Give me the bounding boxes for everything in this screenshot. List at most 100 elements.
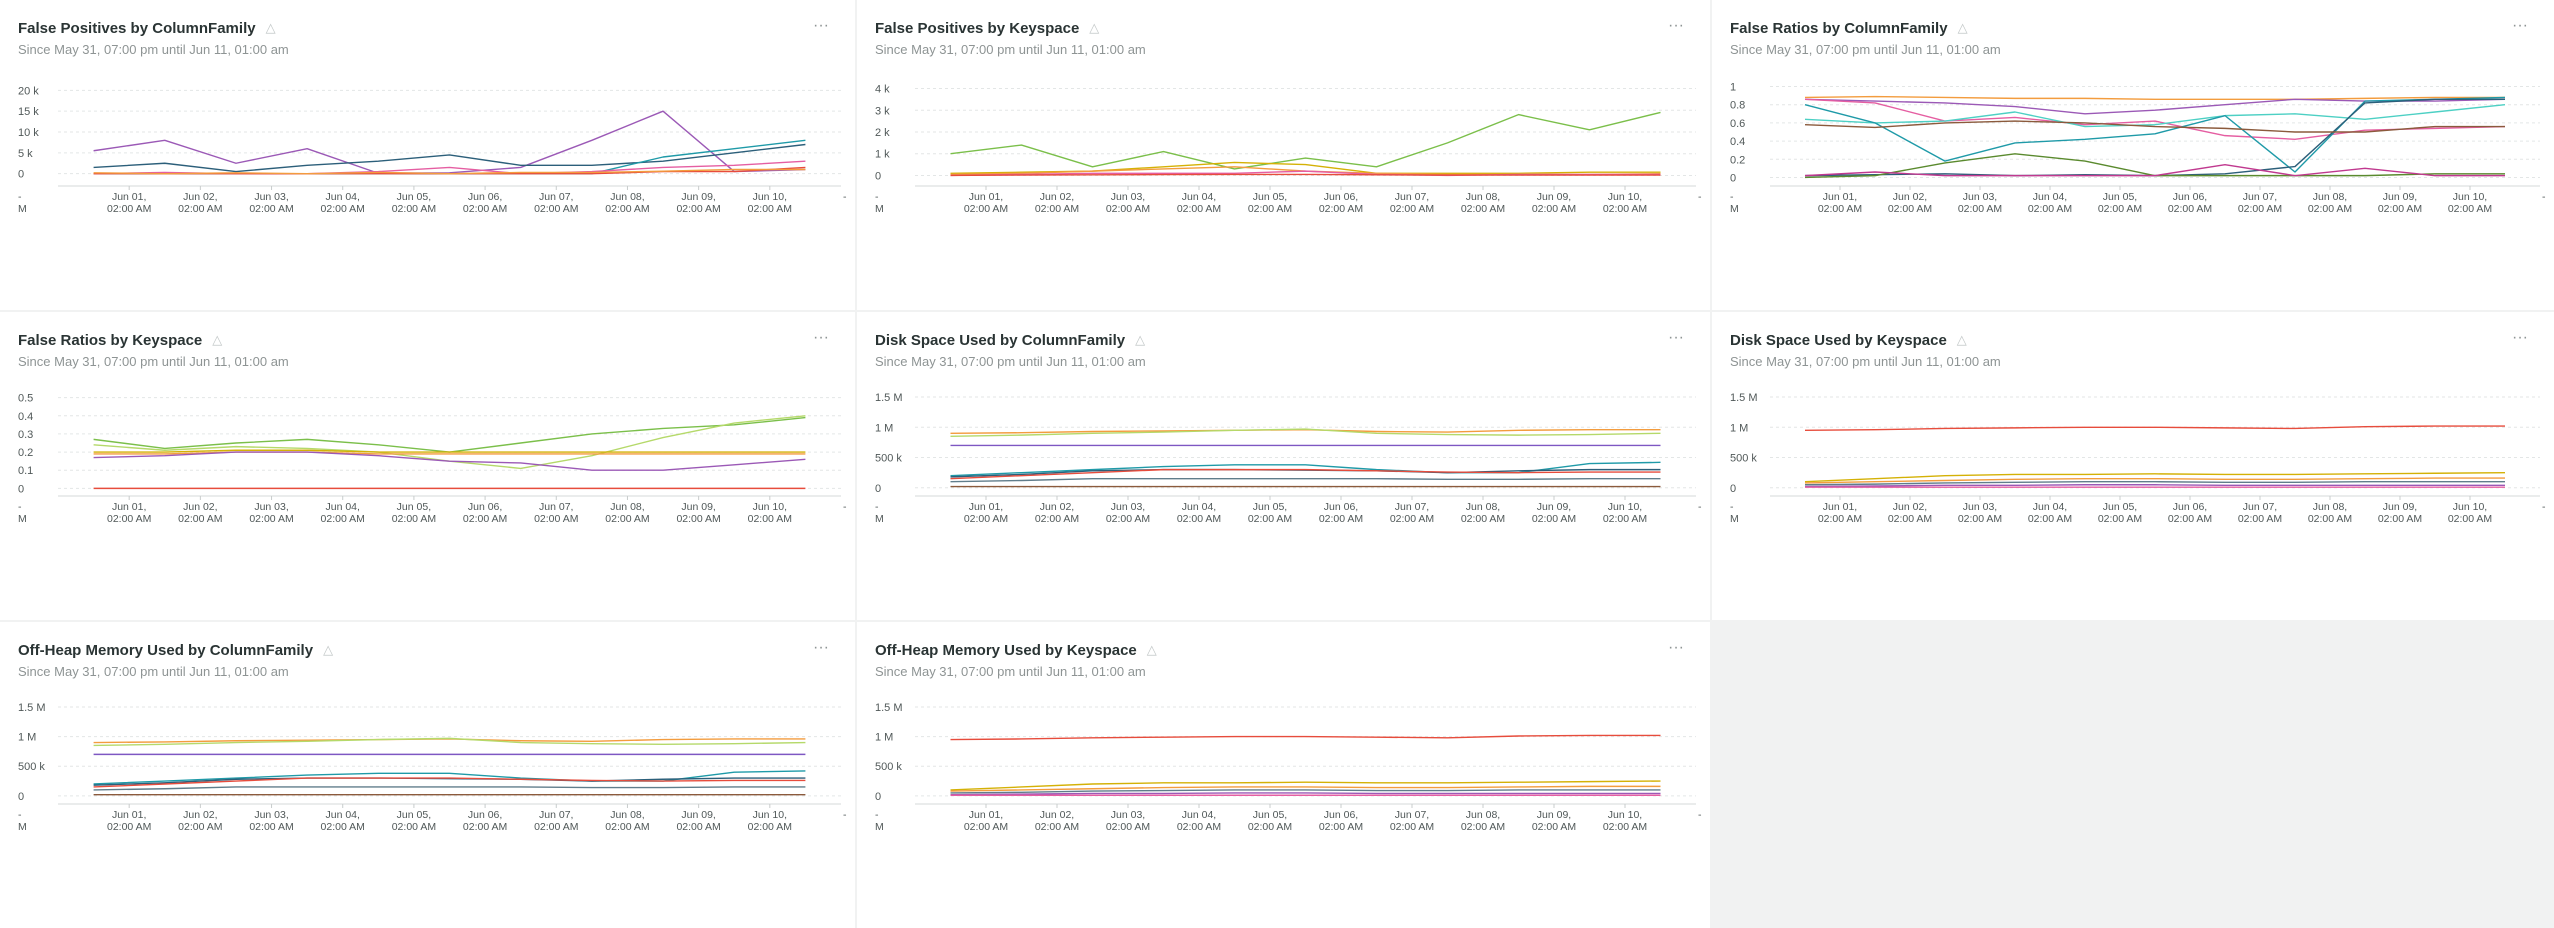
warning-icon[interactable]: △ <box>212 332 222 348</box>
more-options-icon[interactable]: ··· <box>2508 330 2532 352</box>
more-options-icon[interactable]: ··· <box>809 640 833 662</box>
warning-icon[interactable]: △ <box>323 642 333 658</box>
series-line-0[interactable] <box>950 734 1661 741</box>
warning-icon[interactable]: △ <box>1147 642 1157 658</box>
y-tick-label: 0.6 <box>1730 118 1745 130</box>
x-tick-label: 02:00 AM <box>249 513 293 525</box>
x-tick-label: 02:00 AM <box>748 821 792 833</box>
x-tick-label: 02:00 AM <box>2028 513 2072 525</box>
x-tick-label: Jun 03, <box>254 501 288 513</box>
x-tick-label: 02:00 AM <box>1603 821 1647 833</box>
series-line-6[interactable] <box>93 786 806 791</box>
y-tick-label: 15 k <box>18 106 39 118</box>
x-tick-label: 02:00 AM <box>1319 513 1363 525</box>
x-tick-label: Jun 04, <box>1182 191 1216 203</box>
y-tick-label: 1 M <box>875 422 893 434</box>
x-tick-label: Jun 10, <box>2453 191 2487 203</box>
series-line-1[interactable] <box>1804 471 2506 483</box>
x-tick-label: Jun 02, <box>1040 501 1074 513</box>
y-tick-label: 0 <box>875 170 881 182</box>
x-tick-label: 02:00 AM <box>178 203 222 215</box>
series-line-0[interactable] <box>93 110 806 174</box>
x-tick-label: 02:00 AM <box>178 821 222 833</box>
y-tick-label: 0 <box>18 791 24 803</box>
x-tick-label: 02:00 AM <box>463 513 507 525</box>
series-line-0[interactable] <box>1804 425 2505 431</box>
warning-icon[interactable]: △ <box>1089 20 1099 36</box>
x-tick-label: 02:00 AM <box>1532 203 1576 215</box>
series-line-4[interactable] <box>1804 484 2505 488</box>
x-tick-label: Jun 03, <box>1111 501 1145 513</box>
x-tick-label: 02:00 AM <box>964 203 1008 215</box>
x-tick-label: Jun 07, <box>1395 501 1429 513</box>
more-options-icon[interactable]: ··· <box>809 18 833 40</box>
series-line-7[interactable] <box>1804 164 2505 177</box>
x-tick-label-partial: M <box>1730 513 1739 525</box>
x-tick-label: Jun 09, <box>681 191 715 203</box>
x-tick-label: Jun 07, <box>1395 191 1429 203</box>
series-line-0[interactable] <box>1804 95 2505 100</box>
x-tick-label: Jun 05, <box>397 809 431 821</box>
warning-icon[interactable]: △ <box>1958 20 1968 36</box>
x-tick-label-partial: - <box>843 809 847 821</box>
x-tick-label: Jun 08, <box>2313 191 2347 203</box>
chart-title: Off-Heap Memory Used by Keyspace △ <box>875 642 1157 659</box>
chart-title: Disk Space Used by Keyspace △ <box>1730 332 1967 349</box>
more-options-icon[interactable]: ··· <box>1664 330 1688 352</box>
x-tick-label: Jun 03, <box>254 809 288 821</box>
x-tick-label: 02:00 AM <box>2448 203 2492 215</box>
x-tick-label: Jun 05, <box>2103 501 2137 513</box>
warning-icon[interactable]: △ <box>266 20 276 36</box>
x-tick-label-partial: M <box>875 513 884 525</box>
series-line-0[interactable] <box>93 416 806 453</box>
y-tick-label: 1 <box>1730 82 1736 94</box>
x-tick-label: 02:00 AM <box>392 821 436 833</box>
more-options-icon[interactable]: ··· <box>1664 640 1688 662</box>
x-tick-label: 02:00 AM <box>2378 203 2422 215</box>
x-tick-label: 02:00 AM <box>1035 821 1079 833</box>
series-line-4[interactable] <box>950 792 1661 796</box>
series-line-4[interactable] <box>93 451 806 471</box>
x-tick-label-partial: - <box>843 501 847 513</box>
more-options-icon[interactable]: ··· <box>1664 18 1688 40</box>
series-line-4[interactable] <box>1804 96 2506 173</box>
x-tick-label: Jun 01, <box>1823 501 1857 513</box>
y-tick-label: 500 k <box>875 453 902 465</box>
x-tick-label: 02:00 AM <box>1888 513 1932 525</box>
series-line-0[interactable] <box>950 111 1661 170</box>
x-tick-label: Jun 02, <box>183 191 217 203</box>
x-tick-label: 02:00 AM <box>676 203 720 215</box>
chart-title: False Positives by ColumnFamily △ <box>18 20 276 37</box>
chart-panel-ds-ks: 0 500 k1 M 1.5 M Jun 01, 02:00 AM Jun 02, 02:0… <box>1712 312 2554 620</box>
x-tick-label: 02:00 AM <box>1106 513 1150 525</box>
chart-panel-fp-cf: 05 k 10 k 15 k 20 k Jun 01, 02:00 AM Jun 02, 02… <box>0 0 855 310</box>
y-tick-label: 0.2 <box>18 447 33 459</box>
series-line-1[interactable] <box>950 780 1661 791</box>
series-line-0[interactable] <box>950 428 1661 435</box>
x-tick-label-partial: - <box>843 191 847 203</box>
warning-icon[interactable]: △ <box>1957 332 1967 348</box>
x-tick-label: 02:00 AM <box>1532 513 1576 525</box>
x-tick-label: Jun 03, <box>254 191 288 203</box>
x-tick-label: Jun 02, <box>1040 809 1074 821</box>
y-tick-label: 0.8 <box>1730 100 1745 112</box>
x-tick-label: 02:00 AM <box>321 513 365 525</box>
series-line-0[interactable] <box>93 738 806 744</box>
x-tick-label: Jun 05, <box>1253 501 1287 513</box>
chart-title-text: Off-Heap Memory Used by ColumnFamily <box>18 642 314 659</box>
x-tick-label-partial: - <box>875 501 879 513</box>
x-tick-label: 02:00 AM <box>964 513 1008 525</box>
x-tick-label: 02:00 AM <box>1248 513 1292 525</box>
x-tick-label-partial: - <box>875 191 879 203</box>
warning-icon[interactable]: △ <box>1135 332 1145 348</box>
x-tick-label: 02:00 AM <box>534 821 578 833</box>
chart-panel-oh-ks: 0 500 k1 M 1.5 M Jun 01, 02:00 AM Jun 02, 02:0… <box>857 622 1710 928</box>
series-line-2[interactable] <box>93 449 806 453</box>
y-tick-label: 4 k <box>875 84 890 96</box>
x-tick-label: Jun 08, <box>1466 809 1500 821</box>
x-tick-label: Jun 10, <box>1608 191 1642 203</box>
series-line-6[interactable] <box>950 477 1661 483</box>
chart-title: False Positives by Keyspace △ <box>875 20 1099 37</box>
more-options-icon[interactable]: ··· <box>809 330 833 352</box>
more-options-icon[interactable]: ··· <box>2508 18 2532 40</box>
